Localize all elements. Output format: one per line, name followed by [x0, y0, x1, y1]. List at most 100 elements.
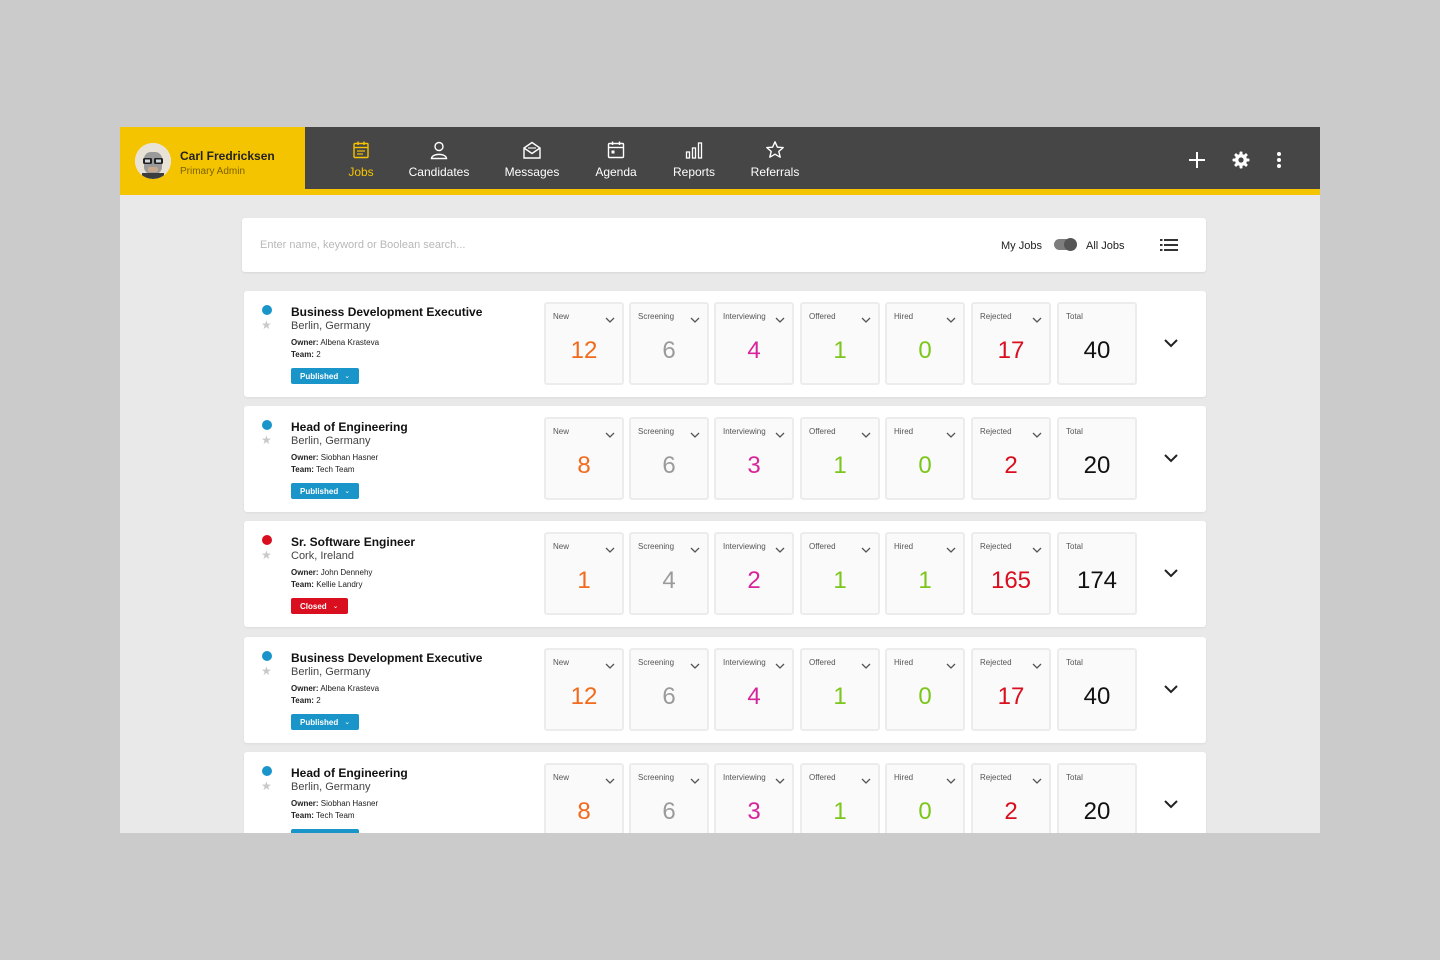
stage-total[interactable]: Total 40 [1057, 302, 1137, 385]
nav-reports[interactable]: Reports [670, 127, 718, 189]
stage-hired[interactable]: Hired 0 [885, 763, 965, 833]
chevron-down-icon[interactable] [946, 772, 956, 784]
stage-screening[interactable]: Screening 6 [629, 302, 709, 385]
job-card[interactable]: ★ Business Development Executive Berlin, G… [244, 291, 1206, 397]
job-card[interactable]: ★ Sr. Software Engineer Cork, Ireland Owner… [244, 521, 1206, 627]
job-card[interactable]: ★ Business Development Executive Berlin, G… [244, 637, 1206, 743]
stage-total[interactable]: Total 40 [1057, 648, 1137, 731]
star-icon[interactable]: ★ [261, 434, 272, 446]
settings-button[interactable] [1230, 149, 1252, 171]
job-title[interactable]: Sr. Software Engineer [291, 535, 415, 549]
stage-screening[interactable]: Screening 6 [629, 763, 709, 833]
status-badge[interactable]: Published⌄ [291, 714, 360, 730]
expand-chevron-icon[interactable] [1162, 797, 1180, 811]
stage-offered[interactable]: Offered 1 [800, 648, 880, 731]
stage-interviewing[interactable]: Interviewing 2 [714, 532, 794, 615]
stage-new[interactable]: New 1 [544, 532, 624, 615]
nav-referrals[interactable]: Referrals [748, 127, 802, 189]
chevron-down-icon[interactable] [1032, 311, 1042, 323]
job-title[interactable]: Head of Engineering [291, 420, 408, 434]
status-badge[interactable]: Published⌄ [291, 483, 360, 499]
chevron-down-icon[interactable] [605, 772, 615, 784]
avatar[interactable] [135, 143, 171, 179]
chevron-down-icon[interactable] [946, 426, 956, 438]
chevron-down-icon[interactable] [775, 772, 785, 784]
chevron-down-icon[interactable] [1032, 657, 1042, 669]
chevron-down-icon[interactable] [605, 541, 615, 553]
stage-rejected[interactable]: Rejected 2 [971, 417, 1051, 500]
chevron-down-icon[interactable] [861, 772, 871, 784]
chevron-down-icon[interactable] [861, 311, 871, 323]
stage-offered[interactable]: Offered 1 [800, 763, 880, 833]
expand-chevron-icon[interactable] [1162, 451, 1180, 465]
nav-candidates[interactable]: Candidates [404, 127, 474, 189]
job-title[interactable]: Head of Engineering [291, 766, 408, 780]
job-title[interactable]: Business Development Executive [291, 305, 482, 319]
user-profile[interactable]: Carl Fredricksen Primary Admin [120, 127, 305, 195]
chevron-down-icon[interactable] [690, 657, 700, 669]
chevron-down-icon[interactable] [946, 657, 956, 669]
chevron-down-icon[interactable] [861, 541, 871, 553]
stage-hired[interactable]: Hired 0 [885, 417, 965, 500]
star-icon[interactable]: ★ [261, 549, 272, 561]
nav-agenda[interactable]: Agenda [593, 127, 639, 189]
status-badge[interactable]: Published⌄ [291, 829, 360, 833]
stage-new[interactable]: New 8 [544, 763, 624, 833]
chevron-down-icon[interactable] [946, 541, 956, 553]
stage-screening[interactable]: Screening 6 [629, 417, 709, 500]
more-button[interactable] [1268, 149, 1290, 171]
chevron-down-icon[interactable] [605, 657, 615, 669]
star-icon[interactable]: ★ [261, 665, 272, 677]
chevron-down-icon[interactable] [861, 426, 871, 438]
chevron-down-icon[interactable] [690, 426, 700, 438]
job-card[interactable]: ★ Head of Engineering Berlin, Germany Owner… [244, 752, 1206, 833]
stage-rejected[interactable]: Rejected 165 [971, 532, 1051, 615]
chevron-down-icon[interactable] [690, 772, 700, 784]
star-icon[interactable]: ★ [261, 319, 272, 331]
stage-rejected[interactable]: Rejected 17 [971, 302, 1051, 385]
chevron-down-icon[interactable] [775, 426, 785, 438]
list-view-icon[interactable] [1160, 238, 1178, 252]
stage-hired[interactable]: Hired 0 [885, 302, 965, 385]
expand-chevron-icon[interactable] [1162, 682, 1180, 696]
stage-interviewing[interactable]: Interviewing 3 [714, 763, 794, 833]
chevron-down-icon[interactable] [690, 311, 700, 323]
search-input[interactable] [260, 232, 820, 258]
all-jobs-label[interactable]: All Jobs [1086, 240, 1125, 252]
chevron-down-icon[interactable] [775, 657, 785, 669]
chevron-down-icon[interactable] [946, 311, 956, 323]
stage-interviewing[interactable]: Interviewing 4 [714, 302, 794, 385]
status-badge[interactable]: Closed ⌄ [291, 598, 348, 614]
chevron-down-icon[interactable] [605, 426, 615, 438]
status-badge[interactable]: Published⌄ [291, 368, 360, 384]
nav-messages[interactable]: Messages [500, 127, 564, 189]
stage-rejected[interactable]: Rejected 17 [971, 648, 1051, 731]
chevron-down-icon[interactable] [690, 541, 700, 553]
jobs-filter-toggle[interactable] [1054, 238, 1077, 251]
stage-new[interactable]: New 12 [544, 648, 624, 731]
my-jobs-label[interactable]: My Jobs [1001, 240, 1042, 252]
stage-interviewing[interactable]: Interviewing 3 [714, 417, 794, 500]
stage-offered[interactable]: Offered 1 [800, 532, 880, 615]
stage-total[interactable]: Total 174 [1057, 532, 1137, 615]
expand-chevron-icon[interactable] [1162, 566, 1180, 580]
chevron-down-icon[interactable] [775, 311, 785, 323]
stage-total[interactable]: Total 20 [1057, 417, 1137, 500]
chevron-down-icon[interactable] [775, 541, 785, 553]
chevron-down-icon[interactable] [1032, 772, 1042, 784]
stage-rejected[interactable]: Rejected 2 [971, 763, 1051, 833]
stage-hired[interactable]: Hired 0 [885, 648, 965, 731]
expand-chevron-icon[interactable] [1162, 336, 1180, 350]
stage-interviewing[interactable]: Interviewing 4 [714, 648, 794, 731]
stage-screening[interactable]: Screening 4 [629, 532, 709, 615]
stage-total[interactable]: Total 20 [1057, 763, 1137, 833]
job-title[interactable]: Business Development Executive [291, 651, 482, 665]
stage-offered[interactable]: Offered 1 [800, 417, 880, 500]
job-card[interactable]: ★ Head of Engineering Berlin, Germany Owner… [244, 406, 1206, 512]
stage-screening[interactable]: Screening 6 [629, 648, 709, 731]
stage-new[interactable]: New 12 [544, 302, 624, 385]
stage-new[interactable]: New 8 [544, 417, 624, 500]
star-icon[interactable]: ★ [261, 780, 272, 792]
chevron-down-icon[interactable] [861, 657, 871, 669]
nav-jobs[interactable]: Jobs [346, 127, 376, 189]
